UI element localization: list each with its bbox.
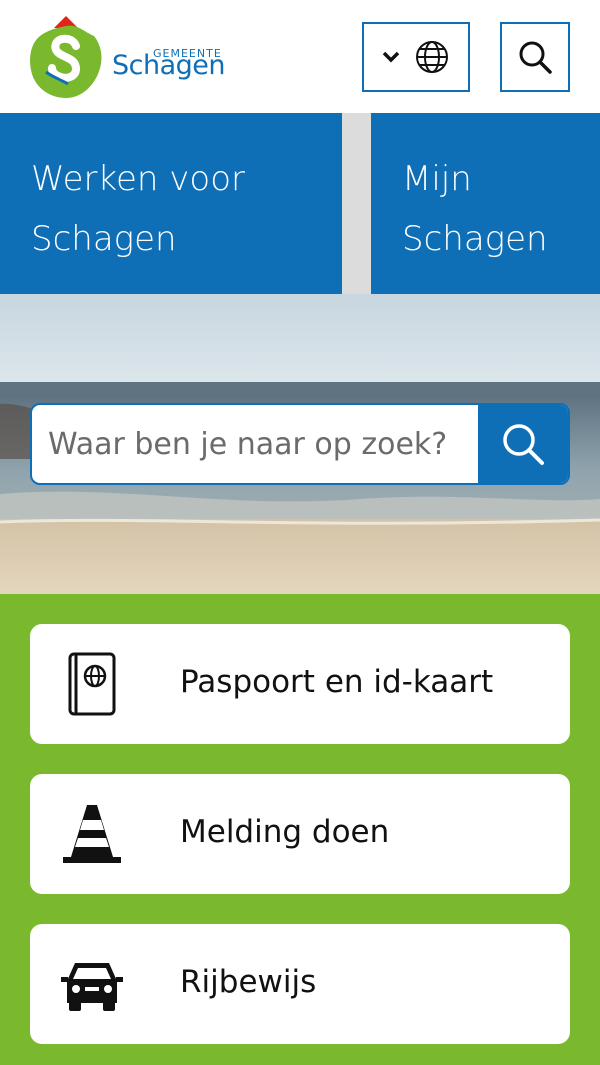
logo-title: Schagen bbox=[112, 50, 226, 81]
quick-link-label: Rijbewijs bbox=[180, 964, 317, 1000]
tile-werken-voor-schagen[interactable]: Werken voor Schagen bbox=[0, 113, 342, 294]
tile-label-line1: Mijn bbox=[402, 159, 472, 199]
search-icon bbox=[519, 41, 552, 74]
logo[interactable]: GEMEENTE Schagen bbox=[28, 14, 228, 100]
quick-link-rijbewijs[interactable]: Rijbewijs bbox=[30, 924, 570, 1044]
search-icon bbox=[503, 424, 544, 465]
car-icon bbox=[60, 952, 124, 1016]
site-header: GEMEENTE Schagen bbox=[0, 0, 600, 113]
tile-label: Werken voor Schagen bbox=[31, 149, 245, 269]
tile-label: Mijn Schagen bbox=[402, 149, 548, 269]
tile-label-line2: Schagen bbox=[31, 219, 177, 259]
passport-icon bbox=[60, 652, 124, 716]
traffic-cone-icon bbox=[60, 802, 124, 866]
quick-link-melding[interactable]: Melding doen bbox=[30, 774, 570, 894]
tile-label-line2: Schagen bbox=[402, 219, 548, 259]
chevron-down-icon bbox=[382, 51, 400, 63]
hero-beach-image bbox=[0, 294, 600, 594]
tile-label-line1: Werken voor bbox=[31, 159, 245, 199]
search-input[interactable] bbox=[32, 405, 478, 483]
search-bar bbox=[30, 403, 570, 485]
quick-link-label: Melding doen bbox=[180, 814, 390, 850]
top-tiles: Werken voor Schagen Mijn Schagen bbox=[0, 113, 600, 294]
tile-mijn-schagen[interactable]: Mijn Schagen bbox=[371, 113, 600, 294]
quick-link-label: Paspoort en id-kaart bbox=[180, 664, 494, 700]
search-submit-button[interactable] bbox=[478, 405, 568, 483]
quick-links-section: Paspoort en id-kaart Melding doen Rijbew… bbox=[0, 594, 600, 1065]
quick-link-paspoort[interactable]: Paspoort en id-kaart bbox=[30, 624, 570, 744]
header-search-button[interactable] bbox=[500, 22, 570, 92]
logo-badge-icon bbox=[30, 16, 102, 99]
globe-icon bbox=[416, 41, 448, 73]
language-button[interactable] bbox=[362, 22, 470, 92]
